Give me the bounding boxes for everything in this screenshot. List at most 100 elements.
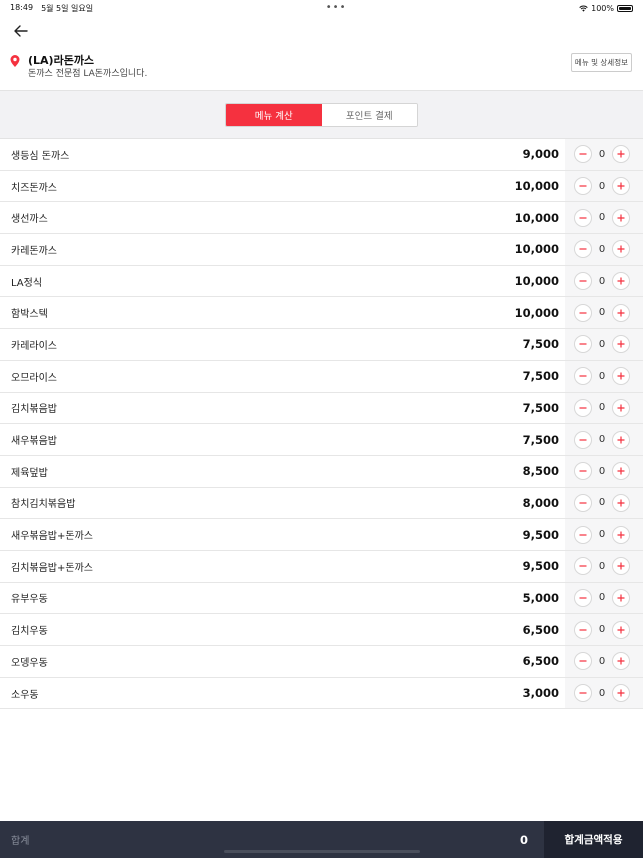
minus-icon (579, 533, 587, 536)
decrease-button[interactable] (574, 588, 592, 607)
quantity-stepper: 0 (565, 234, 643, 265)
decrease-button[interactable] (574, 303, 592, 322)
menu-item-price: 9,500 (522, 559, 559, 574)
decrease-button[interactable] (574, 208, 592, 227)
decrease-button[interactable] (574, 525, 592, 544)
increase-button[interactable] (612, 398, 630, 417)
minus-icon (579, 280, 587, 282)
increase-button[interactable] (612, 525, 630, 544)
decrease-button[interactable] (574, 557, 592, 576)
increase-button[interactable] (612, 303, 630, 322)
plus-icon (617, 689, 625, 697)
menu-item-name: 제육덮밥 (11, 467, 48, 479)
decrease-button[interactable] (574, 652, 592, 671)
multitask-dots[interactable]: ••• (326, 3, 347, 13)
decrease-button[interactable] (574, 493, 592, 512)
increase-button[interactable] (612, 145, 630, 164)
menu-list: 생등심 돈까스 9,000 0 치즈돈까스 10,000 0 생선까스 10,0… (0, 139, 643, 710)
decrease-button[interactable] (574, 335, 592, 354)
menu-item-price: 6,500 (522, 654, 559, 669)
menu-row: 새우볶음밥 7,500 0 (0, 424, 643, 456)
decrease-button[interactable] (574, 462, 592, 481)
increase-button[interactable] (612, 652, 630, 671)
decrease-button[interactable] (574, 240, 592, 259)
decrease-button[interactable] (574, 620, 592, 639)
menu-item-price: 10,000 (514, 242, 559, 257)
menu-detail-button[interactable]: 메뉴 및 상세정보 (570, 53, 632, 72)
plus-icon (617, 214, 625, 222)
menu-row: 유부우동 5,000 0 (0, 582, 643, 615)
menu-item-name: 생선까스 (11, 214, 48, 226)
quantity-stepper: 0 (565, 202, 643, 234)
decrease-button[interactable] (574, 367, 592, 386)
menu-item-price: 7,500 (522, 400, 559, 415)
menu-row: 김치볶음밥 7,500 0 (0, 392, 643, 425)
tab-point-payment[interactable]: 포인트 결제 (321, 103, 417, 126)
increase-button[interactable] (612, 462, 630, 481)
minus-icon (579, 153, 587, 155)
menu-item-name: 김치볶음밥+돈까스 (11, 562, 93, 574)
store-name: (LA)라돈까스 (28, 54, 95, 67)
menu-row: 김치볶음밥+돈까스 9,500 0 (0, 550, 643, 583)
minus-icon (579, 438, 587, 441)
minus-icon (579, 248, 587, 251)
menu-row: 오뎅우동 6,500 0 (0, 646, 643, 678)
increase-button[interactable] (612, 208, 630, 227)
quantity-value: 0 (598, 465, 606, 477)
quantity-stepper: 0 (565, 265, 643, 297)
increase-button[interactable] (612, 588, 630, 607)
increase-button[interactable] (612, 272, 630, 291)
increase-button[interactable] (612, 177, 630, 196)
menu-item-price: 10,000 (514, 305, 559, 320)
apply-total-button[interactable]: 합계금액적용 (544, 821, 643, 858)
quantity-value: 0 (598, 243, 606, 255)
menu-row: 제육덮밥 8,500 0 (0, 455, 643, 488)
menu-item-price: 8,000 (522, 495, 559, 510)
plus-icon (617, 277, 625, 285)
increase-button[interactable] (612, 557, 630, 576)
plus-icon (617, 245, 625, 253)
tab-area: 메뉴 계산 포인트 결제 (0, 90, 643, 139)
menu-item-price: 6,500 (522, 622, 559, 637)
menu-item-price: 3,000 (522, 686, 559, 701)
quantity-stepper: 0 (565, 646, 643, 677)
menu-row: 김치우동 6,500 0 (0, 614, 643, 646)
tab-menu-calc[interactable]: 메뉴 계산 (226, 103, 322, 126)
decrease-button[interactable] (574, 430, 592, 449)
quantity-stepper: 0 (565, 677, 643, 709)
decrease-button[interactable] (574, 684, 592, 703)
menu-item-name: 생등심 돈까스 (11, 150, 70, 162)
increase-button[interactable] (612, 684, 630, 703)
menu-item-price: 10,000 (514, 210, 559, 225)
decrease-button[interactable] (574, 145, 592, 164)
quantity-value: 0 (598, 275, 606, 287)
minus-icon (579, 597, 587, 599)
increase-button[interactable] (612, 430, 630, 449)
status-bar: 18:49 5월 5일 일요일 ••• 100% (0, 0, 643, 16)
menu-row: 치즈돈까스 10,000 0 (0, 170, 643, 203)
increase-button[interactable] (612, 493, 630, 512)
plus-icon (617, 309, 625, 317)
menu-item-name: LA정식 (11, 277, 43, 289)
minus-icon (579, 470, 587, 472)
quantity-value: 0 (598, 655, 606, 667)
quantity-stepper: 0 (565, 297, 643, 329)
menu-item-name: 카레돈까스 (11, 245, 57, 257)
menu-item-price: 8,500 (522, 464, 559, 479)
increase-button[interactable] (612, 240, 630, 259)
decrease-button[interactable] (574, 177, 592, 196)
increase-button[interactable] (612, 620, 630, 639)
plus-icon (617, 340, 625, 348)
decrease-button[interactable] (574, 398, 592, 417)
decrease-button[interactable] (574, 272, 592, 291)
location-pin-icon (10, 55, 20, 67)
quantity-stepper: 0 (565, 614, 643, 645)
minus-icon (579, 407, 587, 409)
increase-button[interactable] (612, 335, 630, 354)
total-value: 0 (519, 832, 528, 847)
quantity-value: 0 (598, 560, 606, 572)
plus-icon (617, 594, 625, 602)
menu-item-name: 카레라이스 (11, 340, 57, 352)
increase-button[interactable] (612, 367, 630, 386)
back-button[interactable] (12, 22, 30, 40)
